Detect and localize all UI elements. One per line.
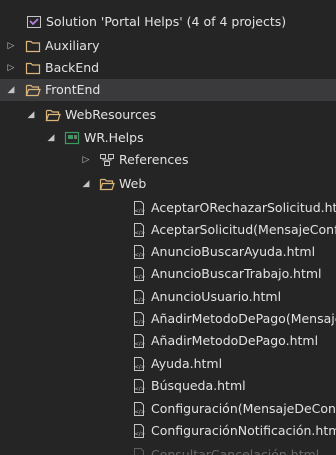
svg-text:</>: </> [134,231,145,237]
file-label: AnuncioBuscarAyuda.html [151,244,316,259]
tree-item-references[interactable]: ▷ References [0,149,336,171]
tree-item-file[interactable]: </> AnuncioBuscarTrabajo.html [0,263,336,285]
tree-item-file[interactable]: </> Configuración(MensajeDeConfirmacion)… [0,398,336,420]
file-label: ConsultarCancelación.html [151,447,320,455]
html-file-icon: </> [131,401,147,417]
tree-item-project-wr-helps[interactable]: ◢ WR.Helps [0,127,336,149]
references-label: References [119,152,189,167]
svg-text:</>: </> [134,320,145,326]
tree-item-file[interactable]: </> AnuncioBuscarAyuda.html [0,241,336,263]
file-label: AnuncioUsuario.html [151,289,282,304]
references-icon [99,152,115,168]
folder-label: WebResources [65,107,157,122]
folder-label: Auxiliary [45,38,100,53]
tree-item-file[interactable]: </> AnuncioUsuario.html [0,286,336,308]
file-label: Ayuda.html [151,356,223,371]
tree-item-file[interactable]: </> AñadirMetodoDePago.html [0,330,336,352]
solution-row[interactable]: Solution 'Portal Helps' (4 of 4 projects… [0,11,336,33]
folder-label: Web [119,176,147,191]
folder-label: FrontEnd [45,82,101,97]
svg-text:</>: </> [134,387,145,393]
html-file-icon: </> [131,266,147,282]
html-file-icon: </> [131,378,147,394]
html-file-icon: </> [131,222,147,238]
tree-item-frontend[interactable]: ◢ FrontEnd [0,79,336,101]
folder-open-icon [45,107,61,123]
file-label: AnuncioBuscarTrabajo.html [151,266,322,281]
html-file-icon: </> [131,289,147,305]
html-file-icon: </> [131,200,147,216]
tree-item-backend[interactable]: ▷ BackEnd [0,57,336,79]
svg-text:</>: </> [134,410,145,416]
file-label: AñadirMetodoDePago.html [151,333,319,348]
tree-item-file[interactable]: </> Ayuda.html [0,353,336,375]
svg-text:</>: </> [134,209,145,215]
html-file-icon: </> [131,311,147,327]
file-label: Configuración(MensajeDeConfirmacion).htm… [151,401,336,416]
tree-item-webresources[interactable]: ◢ WebResources [0,104,336,126]
chevron-down-icon[interactable]: ◢ [80,176,92,192]
file-label: Búsqueda.html [151,378,246,393]
svg-text:</>: </> [134,275,145,281]
folder-label: BackEnd [45,60,100,75]
svg-text:</>: </> [134,342,145,348]
svg-text:</>: </> [134,298,145,304]
file-label: AñadirMetodoDePago(MensajeConfirmacion).… [151,311,336,326]
tree-item-file[interactable]: </> ConfiguraciónNotificación.html [0,420,336,442]
tree-item-file[interactable]: </> AñadirMetodoDePago(MensajeConfirmaci… [0,308,336,330]
tree-item-web[interactable]: ◢ Web [0,173,336,195]
folder-open-icon [25,82,41,98]
project-label: WR.Helps [84,130,144,145]
solution-label: Solution 'Portal Helps' (4 of 4 projects… [46,14,287,29]
csharp-web-project-icon [64,130,80,146]
chevron-right-icon[interactable]: ▷ [5,60,17,76]
solution-icon [26,14,42,30]
html-file-icon: </> [131,333,147,349]
folder-icon [25,60,41,76]
tree-item-file[interactable]: </> AceptarORechazarSolicitud.html [0,197,336,219]
folder-icon [25,38,41,54]
html-file-icon: </> [131,244,147,260]
chevron-right-icon[interactable]: ▷ [5,38,17,54]
solution-explorer-tree: Solution 'Portal Helps' (4 of 4 projects… [0,0,336,455]
file-label: AceptarSolicitud(MensajeConfirmacion).ht… [151,222,336,237]
svg-text:</>: </> [134,432,145,438]
tree-item-auxiliary[interactable]: ▷ Auxiliary [0,35,336,57]
chevron-down-icon[interactable]: ◢ [5,82,17,98]
file-label: AceptarORechazarSolicitud.html [151,200,336,215]
chevron-down-icon[interactable]: ◢ [25,107,37,123]
tree-item-file[interactable]: </> AceptarSolicitud(MensajeConfirmacion… [0,219,336,241]
chevron-right-icon[interactable]: ▷ [80,152,92,168]
svg-text:</>: </> [134,253,145,259]
folder-open-icon [99,176,115,192]
html-file-icon: </> [131,356,147,372]
tree-item-file[interactable]: </> ConsultarCancelación.html [0,444,336,455]
file-label: ConfiguraciónNotificación.html [151,423,336,438]
html-file-icon: </> [131,423,147,439]
svg-text:</>: </> [134,365,145,371]
html-file-icon: </> [131,447,147,455]
chevron-down-icon[interactable]: ◢ [45,130,57,146]
tree-item-file[interactable]: </> Búsqueda.html [0,375,336,397]
